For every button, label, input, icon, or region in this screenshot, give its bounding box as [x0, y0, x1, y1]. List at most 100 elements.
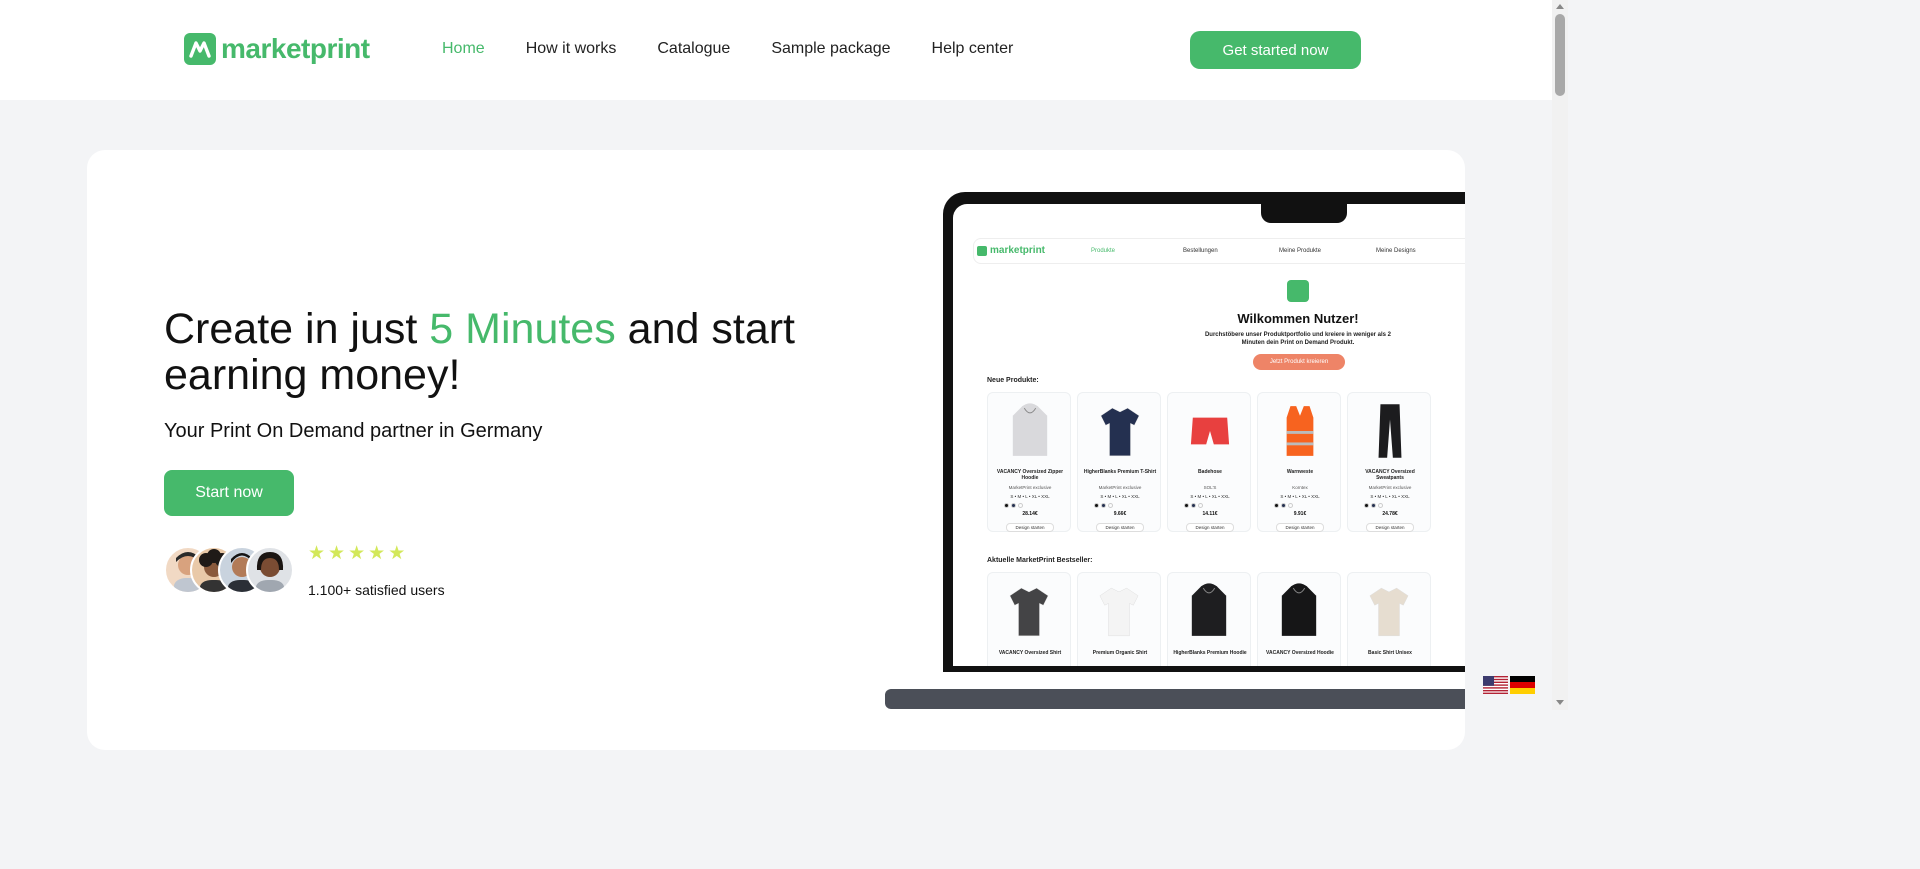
product-image — [1189, 401, 1231, 461]
us-flag-icon[interactable] — [1483, 676, 1508, 694]
hero-subtitle: Your Print On Demand partner in Germany — [164, 420, 543, 442]
product-image — [1099, 401, 1141, 461]
screen-center-logo-icon — [1287, 280, 1309, 302]
laptop-mockup: marketprint Produkte Bestellungen Meine … — [885, 192, 1465, 712]
design-start-button: Design starten — [1276, 523, 1324, 532]
screen-welcome: Wilkommen Nutzer! — [1237, 311, 1359, 326]
design-start-button: Design starten — [1006, 523, 1054, 532]
product-sizes: S • M • L • XL • XXL — [1190, 494, 1230, 499]
color-swatches — [1004, 503, 1023, 508]
headline-highlight: 5 Minutes — [429, 305, 616, 353]
brand-logo[interactable]: marketprint — [184, 33, 370, 65]
color-swatches — [1094, 503, 1113, 508]
product-name: VACANCY Oversized Shirt — [998, 650, 1062, 656]
screen-bestseller-card: Premium Organic Shirt — [1077, 572, 1161, 666]
screen-best-title: Aktuelle MarketPrint Bestseller: — [987, 557, 1093, 564]
satisfied-users: 1.100+ satisfied users — [308, 582, 445, 598]
logo-mark-icon — [184, 33, 216, 65]
product-brand: MarketPrint exclusive — [1368, 485, 1412, 490]
product-name: VACANCY Oversized Sweatpants — [1365, 469, 1415, 481]
avatar — [246, 546, 294, 594]
user-avatars — [164, 546, 294, 594]
screen-nav-produkte: Produkte — [1091, 248, 1116, 254]
laptop-base — [885, 689, 1465, 709]
color-swatches — [1274, 503, 1293, 508]
product-price: 24.78€ — [1382, 511, 1398, 517]
product-brand: MarketPrint exclusive — [1008, 485, 1052, 490]
design-start-button: Design starten — [1366, 523, 1414, 532]
product-name: Basic Shirt Unisex — [1368, 650, 1412, 656]
product-sizes: S • M • L • XL • XXL — [1010, 494, 1050, 499]
product-sizes: S • M • L • XL • XXL — [1370, 494, 1410, 499]
star-icon: ★ — [348, 543, 366, 564]
star-icon: ★ — [368, 543, 386, 564]
scroll-thumb[interactable] — [1555, 14, 1565, 96]
design-start-button: Design starten — [1186, 523, 1234, 532]
screen-description: Durchstöbere unser Produktportfolio und … — [1204, 332, 1392, 346]
de-flag-icon[interactable] — [1510, 676, 1535, 694]
screen-product-card: HigherBlanks Premium T-Shirt MarketPrint … — [1077, 392, 1161, 532]
screen-product-card: VACANCY Oversized Sweatpants MarketPrint … — [1347, 392, 1431, 532]
product-sizes: S • M • L • XL • XXL — [1280, 494, 1320, 499]
hero-card: Create in just 5 Minutes and start earni… — [87, 150, 1465, 750]
page-scrollbar[interactable] — [1552, 0, 1568, 710]
product-image — [1188, 581, 1232, 641]
product-name: Badehose — [1198, 469, 1222, 475]
start-now-button[interactable]: Start now — [164, 470, 294, 516]
scroll-down-icon[interactable] — [1556, 700, 1564, 705]
nav-sample-package[interactable]: Sample package — [771, 40, 890, 58]
product-brand: Korntex — [1292, 485, 1308, 490]
product-price: 9.66€ — [1113, 511, 1127, 517]
screen-logo: marketprint — [977, 245, 1045, 256]
product-price: 14.11€ — [1202, 511, 1218, 517]
nav-how-it-works[interactable]: How it works — [526, 40, 617, 58]
product-sizes: S • M • L • XL • XXL — [1100, 494, 1140, 499]
screen-bestseller-card: HigherBlanks Premium Hoodie — [1167, 572, 1251, 666]
product-image — [1368, 581, 1412, 641]
product-price: 28.14€ — [1022, 511, 1038, 517]
hero-headline: Create in just 5 Minutes and start earni… — [164, 306, 844, 398]
color-swatches — [1364, 503, 1383, 508]
screen-logo-text: marketprint — [990, 245, 1046, 256]
product-name: VACANCY Oversized Hoodie — [1266, 650, 1334, 656]
camera-notch — [1261, 203, 1347, 223]
scroll-up-icon[interactable] — [1556, 4, 1564, 9]
screen-bestseller-card: VACANCY Oversized Hoodie — [1257, 572, 1341, 666]
laptop-screen: marketprint Produkte Bestellungen Meine … — [953, 204, 1465, 666]
product-brand: SOL'S — [1203, 485, 1217, 490]
product-image — [1008, 581, 1052, 641]
screen-product-card: VACANCY Oversized Zipper Hoodie MarketPri… — [987, 392, 1071, 532]
product-name: HigherBlanks Premium Hoodie — [1173, 650, 1247, 656]
get-started-button[interactable]: Get started now — [1190, 31, 1361, 69]
product-name: Warnweste — [1286, 469, 1314, 475]
screen-product-card: Warnweste Korntex S • M • L • XL • XXL 9.91… — [1257, 392, 1341, 532]
product-name: VACANCY Oversized Zipper Hoodie — [996, 469, 1064, 481]
language-switcher — [1483, 676, 1535, 694]
screen-bestseller-card: VACANCY Oversized Shirt — [987, 572, 1071, 666]
nav-home[interactable]: Home — [442, 40, 485, 58]
product-image — [1279, 401, 1321, 461]
screen-nav-meine-produkte: Meine Produkte — [1279, 248, 1322, 254]
star-icon: ★ — [388, 543, 406, 564]
screen-bestsellers: VACANCY Oversized Shirt Premium Organic S… — [987, 572, 1431, 666]
screen-new-title: Neue Produkte: — [987, 377, 1039, 384]
headline-part-1: Create in just — [164, 305, 430, 353]
screen-nav-bestellungen: Bestellungen — [1183, 248, 1218, 254]
product-image — [1009, 401, 1051, 461]
site-header: marketprint Home How it works Catalogue … — [0, 0, 1552, 100]
product-image — [1369, 401, 1411, 461]
nav-help-center[interactable]: Help center — [932, 40, 1014, 58]
product-image — [1278, 581, 1322, 641]
star-icon: ★ — [328, 543, 346, 564]
product-name: Premium Organic Shirt — [1092, 650, 1148, 656]
nav-catalogue[interactable]: Catalogue — [657, 40, 730, 58]
product-price: 9.91€ — [1293, 511, 1307, 517]
design-start-button: Design starten — [1096, 523, 1144, 532]
screen-product-card: Badehose SOL'S S • M • L • XL • XXL 14.11€ D… — [1167, 392, 1251, 532]
product-image — [1098, 581, 1142, 641]
screen-new-products: VACANCY Oversized Zipper Hoodie MarketPri… — [987, 392, 1431, 532]
color-swatches — [1184, 503, 1203, 508]
star-icon: ★ — [308, 543, 326, 564]
brand-name: marketprint — [221, 33, 370, 64]
rating-stars: ★ ★ ★ ★ ★ — [308, 544, 405, 564]
